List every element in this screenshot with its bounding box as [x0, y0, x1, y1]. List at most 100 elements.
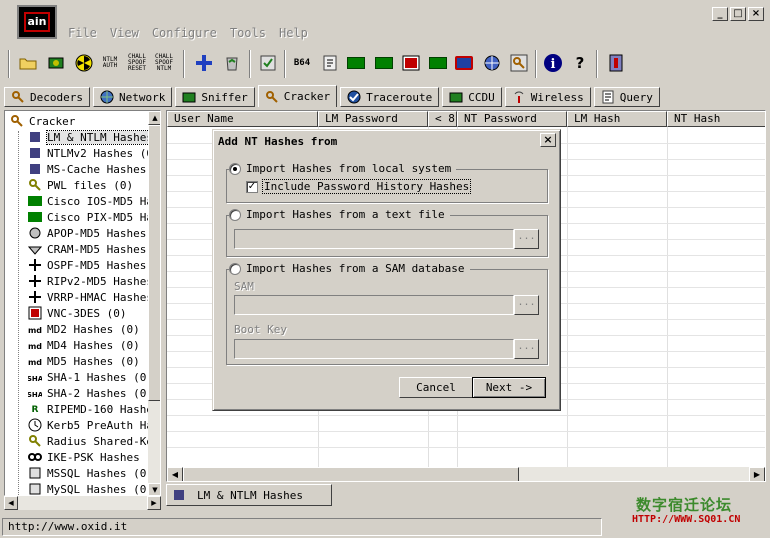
tree-item-md4[interactable]: md MD4 Hashes (0)	[27, 337, 140, 353]
include-history-checkbox[interactable]: ✓ Include Password History Hashes	[246, 179, 472, 194]
tree-item-lm-ntlm[interactable]: LM & NTLM Hashes	[27, 129, 154, 145]
scroll-up-arrow-icon[interactable]: ▲	[148, 111, 160, 125]
radio-text-file-indicator[interactable]	[229, 208, 241, 221]
open-folder-icon[interactable]	[16, 51, 40, 75]
menu-help[interactable]: Help	[279, 26, 308, 40]
base64-icon[interactable]: B64	[290, 51, 314, 75]
column-header-nt-hash[interactable]: NT Hash	[667, 111, 765, 127]
sam-browse-button[interactable]: ...	[514, 295, 539, 315]
key-icon[interactable]	[507, 51, 531, 75]
tab-sniffer[interactable]: Sniffer	[175, 87, 255, 107]
tree-item-ospf[interactable]: OSPF-MD5 Hashes	[27, 257, 146, 273]
network-icon[interactable]	[480, 51, 504, 75]
column-header-less-than-8[interactable]: < 8	[428, 111, 457, 127]
grid-horizontal-scrollbar[interactable]: ◀ ▶	[167, 467, 765, 481]
radiation-icon[interactable]	[72, 51, 96, 75]
column-header-lm-password[interactable]: LM Password	[318, 111, 428, 127]
tab-network[interactable]: Network	[92, 87, 173, 107]
tree-item-mssql[interactable]: MSSQL Hashes (0)	[27, 465, 153, 481]
radio-local-system-indicator[interactable]	[229, 162, 241, 175]
boot-key-browse-button[interactable]: ...	[514, 339, 539, 359]
tree-item-radius[interactable]: Radius Shared-Ke	[27, 433, 153, 449]
sam-path-input[interactable]	[234, 295, 514, 315]
tree-item-vnc[interactable]: VNC-3DES (0)	[27, 305, 126, 321]
radio-local-system[interactable]: Import Hashes from local system	[229, 162, 457, 175]
tree-item-apop[interactable]: APOP-MD5 Hashes	[27, 225, 146, 241]
column-header-nt-password[interactable]: NT Password	[457, 111, 567, 127]
tree-item-cisco-ios[interactable]: Cisco IOS-MD5 Ha	[27, 193, 153, 209]
cain-logo-icon[interactable]: ain	[17, 5, 57, 39]
menu-tools[interactable]: Tools	[230, 26, 266, 40]
dc-icon[interactable]	[399, 51, 423, 75]
tab-query[interactable]: Query	[593, 87, 660, 107]
column-header-user-name[interactable]: User Name	[167, 111, 318, 127]
tree-item-md5[interactable]: md MD5 Hashes (0)	[27, 353, 140, 369]
menu-view[interactable]: View	[110, 26, 139, 40]
scroll-down-arrow-icon[interactable]: ▼	[148, 483, 160, 495]
grid-scroll-thumb[interactable]	[183, 467, 519, 481]
grid-scroll-left-arrow-icon[interactable]: ◀	[167, 467, 183, 481]
scroll-thumb[interactable]	[148, 125, 160, 401]
radio-sam-database[interactable]: Import Hashes from a SAM database	[229, 262, 470, 275]
help-icon[interactable]: ?	[568, 51, 592, 75]
sniffer-green-icon[interactable]	[344, 51, 368, 75]
text-file-path-input[interactable]	[234, 229, 514, 249]
tab-decoders[interactable]: Decoders	[4, 87, 90, 107]
tree-item-kerb5[interactable]: Kerb5 PreAuth Ha	[27, 417, 153, 433]
hash-calculator-icon[interactable]	[318, 51, 342, 75]
tree-item-ntlmv2[interactable]: NTLMv2 Hashes (0	[27, 145, 153, 161]
tab-traceroute[interactable]: Traceroute	[340, 87, 440, 107]
md4-icon: md	[27, 338, 43, 352]
tree-item-cram[interactable]: CRAM-MD5 Hashes	[27, 241, 146, 257]
tab-ccdu[interactable]: CCDU	[442, 87, 502, 107]
bottom-tab-lm-ntlm[interactable]: LM & NTLM Hashes	[166, 484, 332, 506]
checkmark-icon[interactable]: ✓	[246, 180, 258, 193]
tree-item-ms-cache[interactable]: MS-Cache Hashes	[27, 161, 146, 177]
radio-text-file[interactable]: Import Hashes from a text file	[229, 208, 450, 221]
tab-cracker[interactable]: Cracker	[257, 85, 338, 107]
maximize-button[interactable]: □	[730, 7, 746, 21]
tree-item-md2[interactable]: md MD2 Hashes (0)	[27, 321, 140, 337]
scroll-left-arrow-icon[interactable]: ◀	[4, 496, 18, 510]
add-icon[interactable]	[192, 51, 216, 75]
start-sniffer-icon[interactable]	[44, 51, 68, 75]
ntlm-auth-icon[interactable]: NTLM AUTH	[98, 51, 122, 75]
exit-door-icon[interactable]	[604, 51, 628, 75]
chall-spoof-reset-icon[interactable]: CHALL SPOOF RESET	[125, 51, 149, 75]
tree-item-sha1[interactable]: SHA SHA-1 Hashes (0)	[27, 369, 153, 385]
tree-item-mysql[interactable]: MySQL Hashes (0)	[27, 481, 153, 495]
blue-terminal-icon[interactable]	[452, 51, 476, 75]
tree-horizontal-scrollbar[interactable]: ◀ ▶	[4, 496, 161, 510]
next-button[interactable]: Next ->	[472, 377, 546, 398]
menu-file[interactable]: File	[68, 26, 97, 40]
tree-root-cracker[interactable]: Cracker	[9, 113, 75, 129]
close-button[interactable]: ×	[748, 7, 764, 21]
cracker-tree[interactable]: Cracker LM & NTLM Hashes NTLMv2 Hashes (…	[4, 110, 161, 496]
tab-wireless[interactable]: Wireless	[504, 87, 591, 107]
tree-item-ripemd[interactable]: R RIPEMD-160 Hashe	[27, 401, 153, 417]
info-icon[interactable]: i	[541, 51, 565, 75]
test-password-icon[interactable]	[256, 51, 280, 75]
radio-sam-indicator[interactable]	[229, 262, 241, 275]
cancel-button[interactable]: Cancel	[399, 377, 473, 398]
text-file-browse-button[interactable]: ...	[514, 229, 539, 249]
tree-item-sha2[interactable]: SHA SHA-2 Hashes (0)	[27, 385, 153, 401]
tree-item-cisco-pix[interactable]: Cisco PIX-MD5 Ha	[27, 209, 153, 225]
monitor-icon[interactable]	[426, 51, 450, 75]
password-decoders-icon[interactable]	[372, 51, 396, 75]
tree-item-ripv2[interactable]: RIPv2-MD5 Hashes	[27, 273, 153, 289]
recycle-bin-icon[interactable]	[220, 51, 244, 75]
boot-key-input[interactable]	[234, 339, 514, 359]
tree-item-ike-psk[interactable]: IKE-PSK Hashes (	[27, 449, 153, 465]
dialog-close-button[interactable]: ×	[540, 133, 556, 147]
scroll-right-arrow-icon[interactable]: ▶	[147, 496, 161, 510]
chall-spoof-ntlm-icon[interactable]: CHALL SPOOF NTLM	[152, 51, 176, 75]
menu-configure[interactable]: Configure	[152, 26, 217, 40]
tree-item-vrrp[interactable]: VRRP-HMAC Hashes	[27, 289, 153, 305]
tree-item-pwl[interactable]: PWL files (0)	[27, 177, 133, 193]
minimize-button[interactable]: _	[712, 7, 728, 21]
grid-scroll-right-arrow-icon[interactable]: ▶	[749, 467, 765, 481]
ms-cache-users-icon	[27, 162, 43, 176]
tree-vertical-scrollbar[interactable]: ▲ ▼	[148, 111, 160, 495]
column-header-lm-hash[interactable]: LM Hash	[567, 111, 667, 127]
